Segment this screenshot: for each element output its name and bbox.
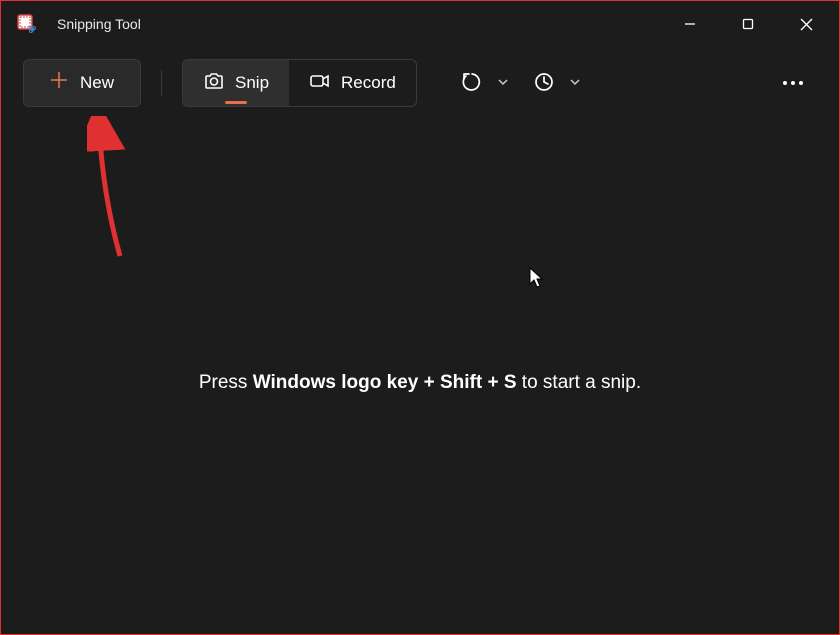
camera-icon (203, 70, 225, 97)
more-icon (783, 81, 803, 85)
chevron-down-icon (497, 76, 509, 91)
mode-toggle: Snip Record (182, 59, 417, 107)
new-button[interactable]: New (23, 59, 141, 107)
clock-icon (533, 71, 555, 96)
video-icon (309, 70, 331, 97)
delay-dropdown[interactable] (533, 63, 581, 103)
dropdown-section (461, 63, 581, 103)
more-options-button[interactable] (769, 63, 817, 103)
window-controls (661, 3, 835, 45)
shape-icon (461, 71, 483, 96)
annotation-arrow (87, 116, 137, 266)
toolbar: New Snip Record (1, 47, 839, 119)
new-button-label: New (80, 73, 114, 93)
app-title: Snipping Tool (57, 16, 141, 32)
record-mode-label: Record (341, 73, 396, 93)
hint-text: Press Windows logo key + Shift + S to st… (1, 372, 839, 394)
toolbar-divider (161, 70, 162, 96)
cursor-icon (529, 267, 547, 289)
close-button[interactable] (777, 3, 835, 45)
snip-mode-label: Snip (235, 73, 269, 93)
titlebar-left: Snipping Tool (17, 14, 141, 34)
app-icon (17, 14, 37, 34)
record-mode-button[interactable]: Record (289, 60, 416, 106)
maximize-button[interactable] (719, 3, 777, 45)
chevron-down-icon (569, 76, 581, 91)
plus-icon (50, 71, 68, 95)
snip-shape-dropdown[interactable] (461, 63, 509, 103)
minimize-button[interactable] (661, 3, 719, 45)
snip-mode-button[interactable]: Snip (183, 60, 289, 106)
titlebar: Snipping Tool (1, 1, 839, 47)
